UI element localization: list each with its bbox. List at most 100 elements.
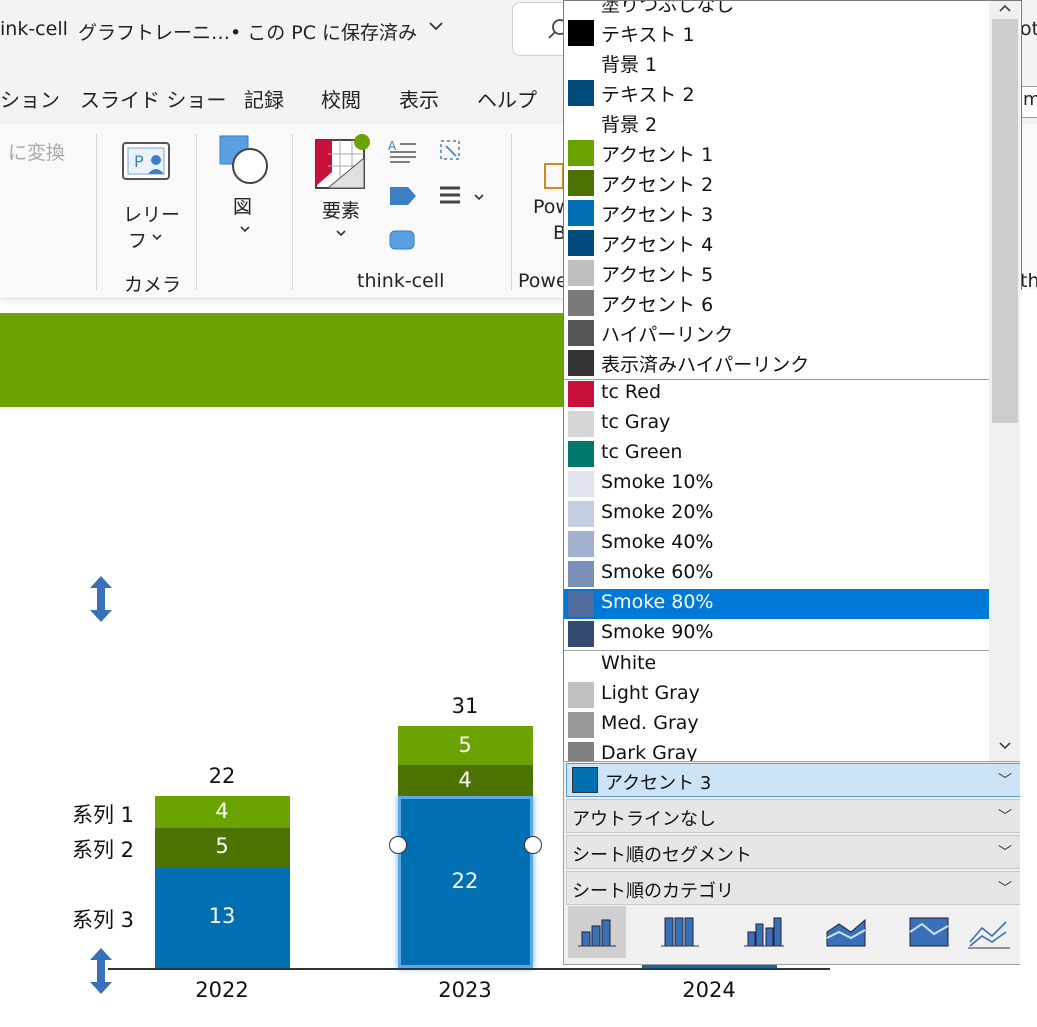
color-option[interactable]: Smoke 10%: [564, 469, 989, 499]
color-swatch: [568, 441, 594, 467]
series-label: 系列 1: [72, 803, 135, 827]
color-option[interactable]: アクセント 3: [564, 198, 989, 228]
color-option[interactable]: 表示済みハイパーリンク: [564, 348, 989, 378]
segment-order-combo[interactable]: シート順のセグメント ﹀: [566, 835, 1021, 869]
color-option[interactable]: テキスト 1: [564, 18, 989, 48]
tab-review[interactable]: 校閲: [321, 84, 361, 113]
selection-handle[interactable]: [523, 836, 542, 855]
color-option[interactable]: tc Green: [564, 439, 989, 469]
segment-order-value: シート順のセグメント: [572, 845, 752, 866]
tab-help[interactable]: ヘルプ: [477, 84, 537, 113]
color-option[interactable]: Smoke 40%: [564, 529, 989, 559]
color-option[interactable]: アクセント 6: [564, 288, 989, 318]
color-option[interactable]: テキスト 2: [564, 78, 989, 108]
bar-segment[interactable]: [154, 866, 290, 968]
tab-slideshow[interactable]: スライド ショー: [80, 84, 226, 113]
chevron-down-icon[interactable]: [238, 222, 252, 236]
chevron-down-icon[interactable]: [472, 190, 486, 204]
stacked-chart-type-button[interactable]: [568, 906, 626, 958]
thinkcell-group-label: think-cell: [357, 270, 445, 292]
clustered-chart-type-button[interactable]: [734, 906, 792, 958]
elements-label[interactable]: 要素: [322, 196, 360, 223]
category-order-combo[interactable]: シート順のカテゴリ ﹀: [566, 871, 1021, 905]
list-icon[interactable]: [438, 184, 464, 206]
color-option[interactable]: Smoke 90%: [564, 619, 989, 649]
color-option[interactable]: ハイパーリンク: [564, 318, 989, 348]
rounded-rect-icon[interactable]: [388, 228, 418, 252]
color-swatch: [568, 230, 594, 256]
shapes-icon[interactable]: [218, 134, 272, 186]
resize-vertical-icon[interactable]: [86, 574, 116, 624]
color-option[interactable]: アクセント 1: [564, 138, 989, 168]
bar-segment[interactable]: [154, 827, 290, 867]
color-option[interactable]: 背景 1: [564, 48, 989, 78]
selection-icon[interactable]: [438, 138, 462, 162]
color-swatch: [568, 20, 594, 46]
tab-animation[interactable]: ション: [0, 84, 60, 113]
color-option[interactable]: tc Red: [564, 379, 989, 409]
bar-segment[interactable]: [397, 726, 533, 766]
color-swatch: [568, 80, 594, 106]
color-dropdown-list[interactable]: 塗りつぶしなし テキスト 1 背景 1 テキスト 2 背景 2 アクセント 1 アクセント …: [563, 0, 1022, 763]
tab-record[interactable]: 記録: [244, 84, 284, 113]
bar-segment[interactable]: [397, 796, 533, 968]
color-option-label: Smoke 60%: [601, 561, 714, 583]
tab-view[interactable]: 表示: [399, 84, 439, 113]
relief-icon[interactable]: P: [120, 140, 174, 184]
color-option-label: 塗りつぶしなし: [601, 0, 735, 16]
document-title[interactable]: グラフトレーニ…: [78, 18, 230, 45]
color-option[interactable]: Smoke 20%: [564, 499, 989, 529]
fill-color-combo[interactable]: アクセント 3 ﹀: [566, 763, 1021, 797]
100-percent-chart-type-button[interactable]: [651, 906, 709, 958]
color-option[interactable]: Dark Gray: [564, 740, 989, 762]
text-field-icon[interactable]: A: [388, 138, 418, 164]
area-chart-type-button[interactable]: [817, 906, 875, 958]
color-option[interactable]: White: [564, 650, 989, 680]
color-option[interactable]: Smoke 60%: [564, 559, 989, 589]
color-swatch: [568, 621, 594, 647]
color-option[interactable]: 塗りつぶしなし: [564, 0, 989, 18]
slide-header-band: [0, 313, 600, 407]
color-option[interactable]: Light Gray: [564, 680, 989, 710]
relief-label-2[interactable]: フ: [128, 226, 147, 253]
outline-combo[interactable]: アウトラインなし ﹀: [566, 799, 1021, 833]
resize-vertical-icon[interactable]: [86, 946, 116, 996]
color-option-label: ハイパーリンク: [601, 324, 734, 346]
color-swatch: [568, 381, 594, 407]
color-option[interactable]: Med. Gray: [564, 710, 989, 740]
color-option[interactable]: アクセント 5: [564, 258, 989, 288]
chevron-down-icon: ﹀: [998, 809, 1012, 825]
thinkcell-elements-icon[interactable]: [314, 134, 374, 190]
selection-handle[interactable]: [388, 836, 407, 855]
ribbon-separator: [292, 134, 293, 290]
svg-text:P: P: [134, 152, 144, 171]
chevron-down-icon[interactable]: [426, 16, 446, 41]
chevron-down-icon[interactable]: [334, 226, 348, 240]
area-100-chart-type-button[interactable]: [900, 906, 958, 958]
relief-label-1[interactable]: レリー: [123, 200, 180, 227]
color-swatch: [568, 652, 594, 678]
color-option[interactable]: アクセント 4: [564, 228, 989, 258]
color-option-label: Smoke 10%: [601, 471, 714, 493]
color-option[interactable]: アクセント 2: [564, 168, 989, 198]
color-option-label: テキスト 1: [601, 24, 695, 46]
color-option[interactable]: 背景 2: [564, 108, 989, 138]
color-option[interactable]: Smoke 80%: [564, 589, 989, 619]
line-chart-type-button[interactable]: [960, 906, 1018, 958]
color-swatch: [568, 200, 594, 226]
figure-label[interactable]: 図: [233, 192, 252, 219]
save-status[interactable]: • この PC に保存済み: [230, 18, 417, 45]
chevron-down-icon[interactable]: [150, 230, 164, 244]
convert-label[interactable]: に変換: [8, 138, 65, 165]
color-option[interactable]: tc Gray: [564, 409, 989, 439]
bar-segment[interactable]: [154, 796, 290, 828]
color-option-label: White: [601, 652, 657, 674]
scroll-up-icon[interactable]: [996, 1, 1014, 15]
scroll-down-icon[interactable]: [996, 739, 1014, 753]
tag-shape-icon[interactable]: [388, 184, 418, 208]
fill-swatch: [572, 767, 598, 793]
powerbi-icon[interactable]: [541, 158, 565, 190]
color-option-label: Smoke 90%: [601, 621, 714, 643]
bar-segment[interactable]: [397, 765, 533, 797]
scrollbar-thumb[interactable]: [992, 19, 1018, 423]
